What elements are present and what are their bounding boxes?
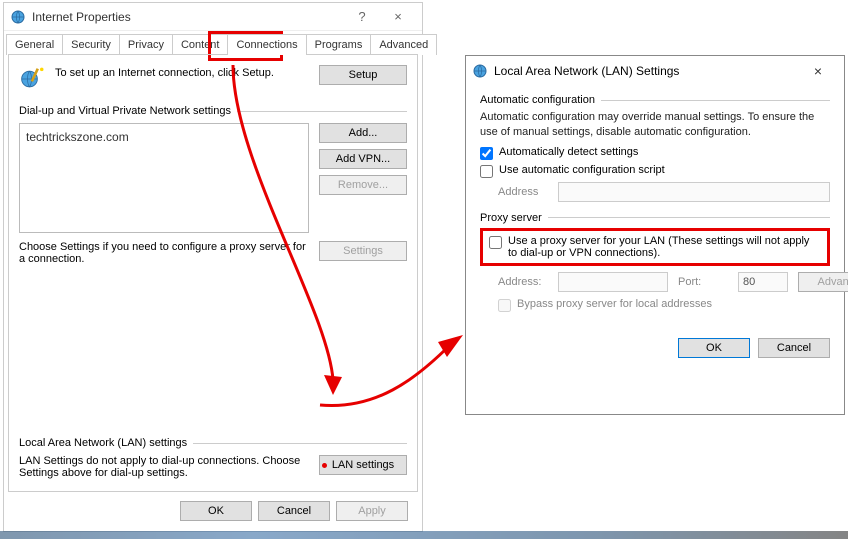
internet-properties-dialog: Internet Properties ? × General Security… xyxy=(3,2,423,532)
divider xyxy=(548,217,830,218)
proxy-label: Proxy server xyxy=(480,212,542,224)
bypass-label: Bypass proxy server for local addresses xyxy=(517,298,712,310)
setup-button[interactable]: Setup xyxy=(319,65,407,85)
add-vpn-button[interactable]: Add VPN... xyxy=(319,149,407,169)
auto-config-group: Automatic configuration Automatic config… xyxy=(480,94,830,202)
proxy-use-checkbox[interactable] xyxy=(489,236,502,249)
advanced-button[interactable]: Advanced xyxy=(798,272,848,292)
remove-button[interactable]: Remove... xyxy=(319,175,407,195)
proxy-address-row: Address: Port: Advanced xyxy=(480,272,830,292)
bypass-checkbox[interactable] xyxy=(498,299,511,312)
annotation-proxy-highlight: Use a proxy server for your LAN (These s… xyxy=(480,228,830,266)
dialup-section-text: Dial-up and Virtual Private Network sett… xyxy=(19,105,231,117)
proxy-title: Proxy server xyxy=(480,212,830,224)
globe-icon xyxy=(472,63,488,79)
divider xyxy=(193,443,407,444)
lan-section-label: Local Area Network (LAN) settings xyxy=(19,437,407,449)
tab-general[interactable]: General xyxy=(6,34,63,55)
cancel-button[interactable]: Cancel xyxy=(758,338,830,358)
tab-connections[interactable]: Connections xyxy=(227,34,306,55)
address-label: Address xyxy=(498,186,548,198)
dialup-buttons: Add... Add VPN... Remove... xyxy=(319,123,407,233)
dialog-title: Local Area Network (LAN) Settings xyxy=(494,64,798,78)
tab-advanced[interactable]: Advanced xyxy=(370,34,437,55)
lan-text: LAN Settings do not apply to dial-up con… xyxy=(19,455,309,479)
dialog-buttons: OK Cancel Apply xyxy=(170,495,418,527)
close-button[interactable]: × xyxy=(798,63,838,79)
auto-config-title: Automatic configuration xyxy=(480,94,830,106)
close-button[interactable]: × xyxy=(380,9,416,24)
titlebar: Internet Properties ? × xyxy=(4,3,422,31)
titlebar: Local Area Network (LAN) Settings × xyxy=(466,56,844,86)
apply-button[interactable]: Apply xyxy=(336,501,408,521)
settings-button[interactable]: Settings xyxy=(319,241,407,261)
choose-text: Choose Settings if you need to configure… xyxy=(19,241,309,265)
divider xyxy=(601,100,830,101)
dialup-section-label: Dial-up and Virtual Private Network sett… xyxy=(19,105,407,117)
tab-content-area: To set up an Internet connection, click … xyxy=(8,54,418,492)
lan-section: Local Area Network (LAN) settings LAN Se… xyxy=(19,437,407,479)
ok-button[interactable]: OK xyxy=(180,501,252,521)
auto-config-label: Automatic configuration xyxy=(480,94,595,106)
tab-content[interactable]: Content xyxy=(172,34,229,55)
taskbar-hint xyxy=(0,531,848,539)
lan-settings-button[interactable]: LAN settings xyxy=(319,455,407,475)
tab-programs[interactable]: Programs xyxy=(306,34,372,55)
auto-detect-checkbox[interactable] xyxy=(480,147,493,160)
globe-wand-icon xyxy=(19,65,47,93)
script-address-row: Address xyxy=(480,182,830,202)
lan-settings-dialog: Local Area Network (LAN) Settings × Auto… xyxy=(465,55,845,415)
connections-listbox[interactable]: techtrickszone.com xyxy=(19,123,309,233)
help-button[interactable]: ? xyxy=(344,9,380,24)
auto-script-row[interactable]: Use automatic configuration script xyxy=(480,164,830,178)
dialup-area: techtrickszone.com Add... Add VPN... Rem… xyxy=(19,123,407,233)
proxy-use-row[interactable]: Use a proxy server for your LAN (These s… xyxy=(489,235,821,259)
tab-security[interactable]: Security xyxy=(62,34,120,55)
dialog-body: Automatic configuration Automatic config… xyxy=(466,86,844,330)
proxy-address-label: Address: xyxy=(498,276,548,288)
divider xyxy=(237,111,407,112)
internet-properties-icon xyxy=(10,9,26,25)
auto-script-label: Use automatic configuration script xyxy=(499,164,665,176)
port-label: Port: xyxy=(678,276,728,288)
add-button[interactable]: Add... xyxy=(319,123,407,143)
choose-row: Choose Settings if you need to configure… xyxy=(19,241,407,265)
ok-button[interactable]: OK xyxy=(678,338,750,358)
auto-detect-label: Automatically detect settings xyxy=(499,146,638,158)
auto-script-checkbox[interactable] xyxy=(480,165,493,178)
cancel-button[interactable]: Cancel xyxy=(258,501,330,521)
port-input[interactable] xyxy=(738,272,788,292)
lan-row: LAN Settings do not apply to dial-up con… xyxy=(19,455,407,479)
annotation-dot xyxy=(322,463,327,468)
script-address-input[interactable] xyxy=(558,182,830,202)
dialog-buttons: OK Cancel xyxy=(466,330,844,366)
setup-text: To set up an Internet connection, click … xyxy=(55,65,311,79)
tab-privacy[interactable]: Privacy xyxy=(119,34,173,55)
dialog-title: Internet Properties xyxy=(32,10,344,24)
tabs-row: General Security Privacy Content Connect… xyxy=(4,33,422,54)
lan-section-text: Local Area Network (LAN) settings xyxy=(19,437,187,449)
proxy-group: Proxy server Use a proxy server for your… xyxy=(480,212,830,312)
bypass-row[interactable]: Bypass proxy server for local addresses xyxy=(480,298,830,312)
proxy-use-label: Use a proxy server for your LAN (These s… xyxy=(508,235,821,259)
proxy-address-input[interactable] xyxy=(558,272,668,292)
auto-detect-row[interactable]: Automatically detect settings xyxy=(480,146,830,160)
setup-row: To set up an Internet connection, click … xyxy=(19,65,407,93)
auto-config-desc: Automatic configuration may override man… xyxy=(480,110,830,140)
